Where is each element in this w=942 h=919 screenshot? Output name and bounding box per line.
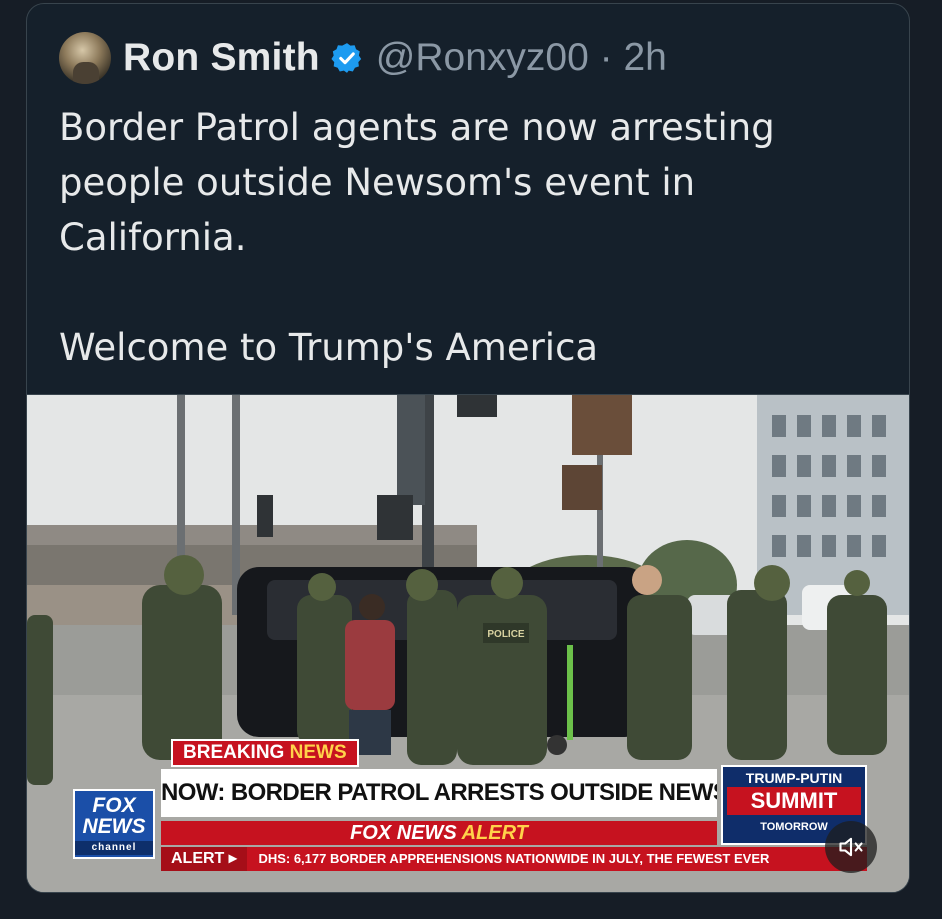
breaking-news-label: BREAKING NEWS xyxy=(171,739,359,767)
logo-line-3: channel xyxy=(75,841,153,855)
author-handle[interactable]: @Ronxyz00 · 2h xyxy=(376,36,667,80)
ticker-tag-text: ALERT xyxy=(171,850,225,867)
news-ticker: ALERT ▸ DHS: 6,177 BORDER APPREHENSIONS … xyxy=(161,847,867,871)
police-vest-label: POLICE xyxy=(487,629,525,640)
tweet-text-line: Welcome to Trump's America xyxy=(59,326,599,369)
handle-text[interactable]: @Ronxyz00 xyxy=(376,36,589,79)
tweet-text-line: California. xyxy=(59,216,247,259)
ticker-text: DHS: 6,177 BORDER APPREHENSIONS NATIONWI… xyxy=(258,851,770,866)
breaking-news-word: NEWS xyxy=(289,742,347,763)
tweet-text-line: Border Patrol agents are now arresting xyxy=(59,106,775,149)
summit-top: TRUMP-PUTIN xyxy=(745,770,843,786)
logo-line-1: FOX xyxy=(92,794,136,817)
news-chyron: BREAKING NEWS NOW: BORDER PATROL ARRESTS… xyxy=(67,739,867,875)
author-name[interactable]: Ron Smith xyxy=(123,36,320,80)
tweet-body: Border Patrol agents are now arresting p… xyxy=(59,100,889,375)
tweet-card[interactable]: Ron Smith @Ronxyz00 · 2h Border Patrol a… xyxy=(26,3,910,893)
alert-word: ALERT xyxy=(461,822,528,844)
verified-badge-icon xyxy=(331,43,361,73)
unmute-button[interactable] xyxy=(825,821,877,873)
tweet-text-line: people outside Newsom's event in xyxy=(59,161,696,204)
fox-news-alert: FOX NEWS ALERT xyxy=(161,821,717,845)
timestamp[interactable]: · 2h xyxy=(600,36,667,79)
tweet-header: Ron Smith @Ronxyz00 · 2h xyxy=(59,30,667,86)
chyron-headline: NOW: BORDER PATROL ARRESTS OUTSIDE NEWSO… xyxy=(161,769,717,817)
video-player[interactable]: POLICE BREAKING NEWS NOW: BORDER PATROL … xyxy=(27,394,909,892)
summit-main: SUMMIT xyxy=(727,787,861,815)
speaker-muted-icon xyxy=(839,837,863,857)
breaking-text: BREAKING xyxy=(183,742,285,763)
logo-line-2: NEWS xyxy=(82,815,146,838)
ticker-tag: ALERT ▸ xyxy=(161,847,247,871)
avatar[interactable] xyxy=(59,32,111,84)
alert-prefix: FOX NEWS xyxy=(350,822,457,844)
fox-news-logo: FOX NEWS channel xyxy=(73,789,155,859)
